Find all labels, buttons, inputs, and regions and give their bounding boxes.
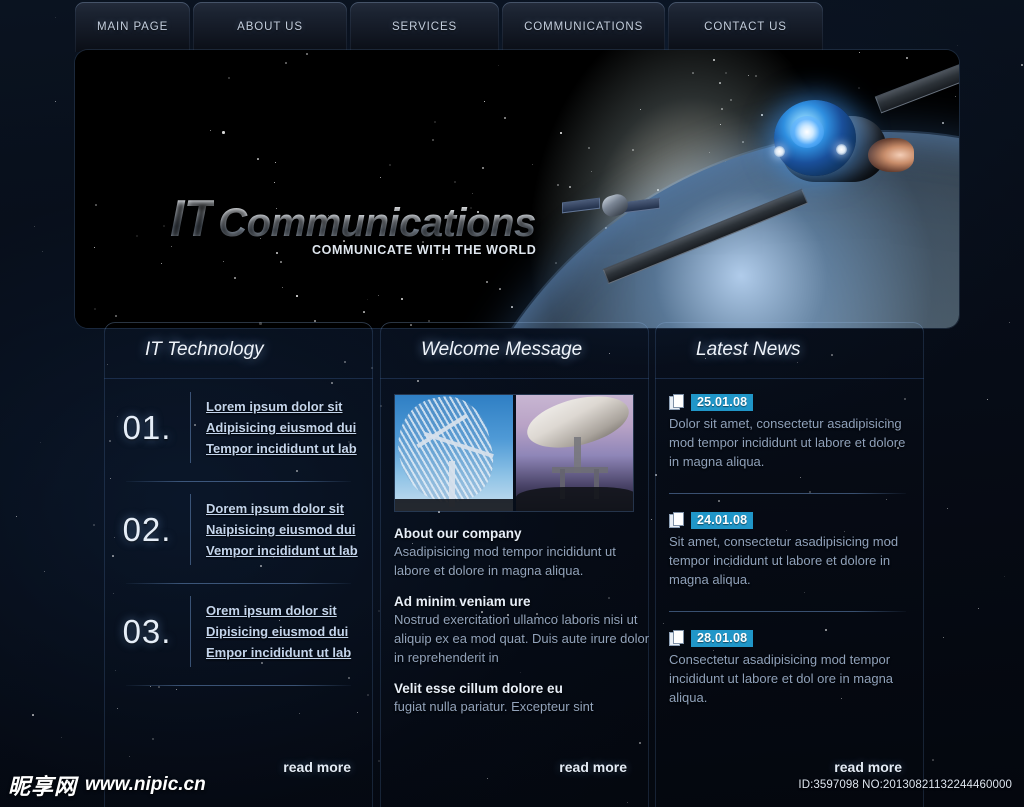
panel-body: 01. Lorem ipsum dolor sit Adipisicing ei… <box>104 392 373 807</box>
welcome-heading: Ad minim veniam ure <box>394 594 531 609</box>
news-item: 28.01.08 Consectetur asadipisicing mod t… <box>669 630 917 707</box>
read-more-link[interactable]: read more <box>834 759 902 775</box>
list-item-links: Orem ipsum dolor sit Dipisicing eiusmod … <box>190 596 351 667</box>
document-icon <box>669 394 686 411</box>
document-icon <box>669 630 686 647</box>
news-item-header: 28.01.08 <box>669 630 917 647</box>
news-item: 24.01.08 Sit amet, consectetur asadipisi… <box>669 512 917 589</box>
tech-link[interactable]: Adipisicing eiusmod dui <box>206 417 357 438</box>
read-more-link[interactable]: read more <box>283 759 351 775</box>
nav-tab-label: COMMUNICATIONS <box>524 21 644 33</box>
tech-link[interactable]: Dorem ipsum dolor sit <box>206 498 358 519</box>
logo-it-text: IT <box>170 190 215 248</box>
welcome-heading: Velit esse cillum dolore eu <box>394 681 563 696</box>
welcome-paragraph: Nostrud exercitation ullamco laboris nis… <box>394 612 649 665</box>
panel-it-technology: IT Technology 01. Lorem ipsum dolor sit … <box>104 322 373 807</box>
panel-header: Welcome Message <box>380 322 649 378</box>
site-logo: IT Communications COMMUNICATE WITH THE W… <box>170 189 536 257</box>
list-item-links: Lorem ipsum dolor sit Adipisicing eiusmo… <box>190 392 357 463</box>
panel-title: Welcome Message <box>421 339 583 360</box>
tech-link[interactable]: Tempor incididunt ut lab <box>206 438 357 459</box>
panel-body: About our company Asadipisicing mod temp… <box>380 394 649 807</box>
list-item: 02. Dorem ipsum dolor sit Naipisicing ei… <box>104 494 373 565</box>
news-item-text: Consectetur asadipisicing mod tempor inc… <box>669 652 894 705</box>
panel-title: Latest News <box>696 339 801 360</box>
panel-header: Latest News <box>655 322 924 378</box>
tech-link[interactable]: Naipisicing eiusmod dui <box>206 519 358 540</box>
panel-latest-news: Latest News 25.01.08 Dolor sit amet, con… <box>655 322 924 807</box>
tech-link[interactable]: Dipisicing eiusmod dui <box>206 621 351 642</box>
welcome-paragraph: fugiat nulla pariatur. Excepteur sint <box>394 699 594 714</box>
news-item: 25.01.08 Dolor sit amet, consectetur asa… <box>669 394 917 471</box>
panel-title: IT Technology <box>145 339 264 360</box>
nav-tab-label: CONTACT US <box>704 21 787 33</box>
nav-tab-about-us[interactable]: ABOUT US <box>193 2 347 52</box>
list-item-links: Dorem ipsum dolor sit Naipisicing eiusmo… <box>190 494 358 565</box>
nav-tab-communications[interactable]: COMMUNICATIONS <box>502 2 666 52</box>
panel-body: 25.01.08 Dolor sit amet, consectetur asa… <box>655 394 924 807</box>
list-item: 01. Lorem ipsum dolor sit Adipisicing ei… <box>104 392 373 463</box>
tech-link[interactable]: Empor incididunt ut lab <box>206 642 351 663</box>
divider <box>126 583 351 584</box>
list-item-number: 01. <box>122 408 172 446</box>
large-satellite-graphic <box>602 50 959 284</box>
news-date-badge: 24.01.08 <box>691 512 754 529</box>
news-item-header: 24.01.08 <box>669 512 917 529</box>
watermark-brand: 昵享网 <box>8 775 78 800</box>
tech-link[interactable]: Lorem ipsum dolor sit <box>206 396 357 417</box>
divider <box>669 493 906 494</box>
list-item-number: 03. <box>122 612 172 650</box>
main-navigation: MAIN PAGE ABOUT US SERVICES COMMUNICATIO… <box>75 2 826 54</box>
satellite-beacon-glow <box>790 116 824 148</box>
news-item-text: Sit amet, consectetur asadipisicing mod … <box>669 534 899 587</box>
nav-tab-label: MAIN PAGE <box>97 21 169 33</box>
tech-link[interactable]: Vempor incididunt ut lab <box>206 540 358 561</box>
document-icon <box>669 512 686 529</box>
watermark-url: www.nipic.cn <box>85 774 206 795</box>
site-watermark: 昵享网 www.nipic.cn <box>8 769 206 801</box>
divider <box>669 611 906 612</box>
telescope-photo-right <box>515 395 633 511</box>
panel-welcome-message: Welcome Message About our company Asadip… <box>380 322 649 807</box>
welcome-image-pair <box>394 394 634 512</box>
news-item-text: Dolor sit amet, consectetur asadipisicin… <box>669 416 906 469</box>
logo-tagline: COMMUNICATE WITH THE WORLD <box>312 243 537 257</box>
news-date-badge: 25.01.08 <box>691 394 754 411</box>
logo-wordmark: IT Communications <box>170 189 536 249</box>
news-date-badge: 28.01.08 <box>691 630 754 647</box>
panel-header: IT Technology <box>104 322 373 378</box>
nav-tab-label: SERVICES <box>391 21 458 33</box>
welcome-paragraph: Asadipisicing mod tempor incididunt ut l… <box>394 544 616 578</box>
page-root: MAIN PAGE ABOUT US SERVICES COMMUNICATIO… <box>0 0 1024 807</box>
nav-tab-services[interactable]: SERVICES <box>349 2 500 52</box>
nav-tab-label: ABOUT US <box>237 21 303 33</box>
logo-communications-text: Communications <box>218 201 536 245</box>
list-item: 03. Orem ipsum dolor sit Dipisicing eius… <box>104 596 373 667</box>
watermark-id-line: ID:3597098 NO:20130821132244460000 <box>798 779 1012 791</box>
nav-tab-contact-us[interactable]: CONTACT US <box>668 2 823 52</box>
welcome-heading: About our company <box>394 526 522 541</box>
divider <box>126 685 351 686</box>
divider <box>126 481 351 482</box>
news-item-header: 25.01.08 <box>669 394 917 411</box>
tech-link[interactable]: Orem ipsum dolor sit <box>206 600 351 621</box>
hero-banner: IT Communications COMMUNICATE WITH THE W… <box>75 50 959 328</box>
nav-tab-main-page[interactable]: MAIN PAGE <box>75 2 191 52</box>
satellite-thruster <box>868 138 914 172</box>
read-more-link[interactable]: read more <box>559 759 627 775</box>
telescope-photo-left <box>395 395 513 511</box>
list-item-number: 02. <box>122 510 172 548</box>
content-columns: IT Technology 01. Lorem ipsum dolor sit … <box>104 322 924 807</box>
